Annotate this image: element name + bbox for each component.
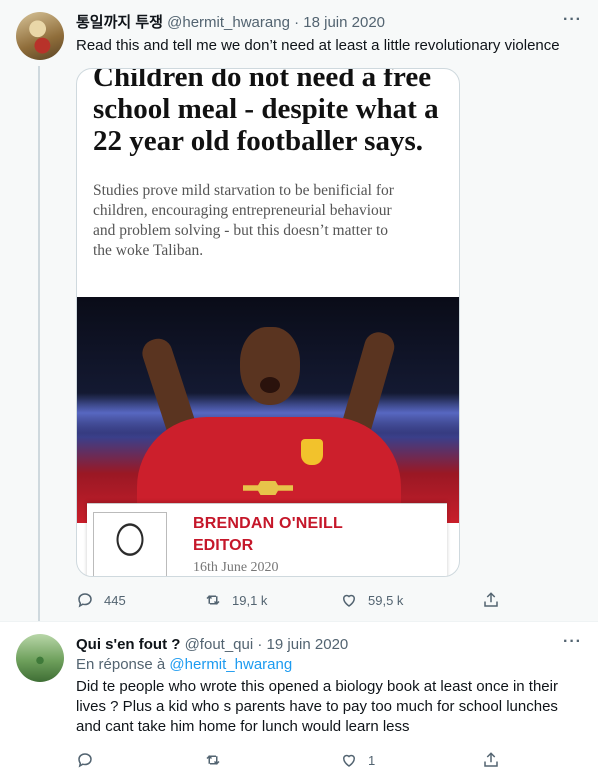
author-name[interactable]: 통일까지 투쟁 — [76, 14, 163, 31]
like-count: 1 — [368, 752, 376, 768]
tweet-date[interactable]: 19 juin 2020 — [267, 636, 349, 653]
article-headline: Children do not need a free school meal … — [93, 68, 439, 157]
player-mouth-shape — [260, 377, 280, 393]
retweet-count: 19,1 k — [232, 592, 268, 608]
tweet-media-image[interactable]: Children do not need a free school meal … — [76, 68, 460, 577]
author-handle[interactable]: @fout_qui — [185, 636, 254, 653]
thread-connector-line — [38, 66, 40, 622]
tweet-header: Qui s'en fout ? @fout_qui · 19 juin 2020 — [76, 635, 348, 655]
retweet-icon — [206, 595, 220, 605]
reply-icon — [78, 593, 92, 608]
separator-dot: · — [257, 636, 263, 653]
club-badge-shape — [301, 439, 323, 465]
like-count: 59,5 k — [368, 592, 404, 608]
share-button[interactable] — [482, 590, 510, 610]
article-subtext: Studies prove mild starvation to be beni… — [93, 182, 394, 259]
author-portrait — [93, 512, 167, 576]
share-icon — [484, 592, 498, 607]
article-photo — [77, 297, 459, 523]
tweet-actions: 445 19,1 k 59,5 k — [76, 590, 506, 610]
avatar[interactable] — [16, 634, 64, 682]
author-handle[interactable]: @hermit_hwarang — [167, 14, 290, 31]
like-button[interactable]: 1 — [340, 750, 375, 770]
avatar[interactable] — [16, 12, 64, 60]
retweet-icon — [206, 755, 220, 765]
reply-handle-link[interactable]: @hermit_hwarang — [169, 656, 292, 673]
retweet-button[interactable]: 19,1 k — [204, 590, 267, 610]
like-icon — [342, 594, 356, 607]
more-icon[interactable]: ··· — [563, 10, 582, 30]
tweet-text: Did te people who wrote this opened a bi… — [76, 678, 558, 735]
author-name[interactable]: Qui s'en fout ? — [76, 636, 180, 653]
tweet-actions: 1 — [76, 750, 506, 770]
share-button[interactable] — [482, 750, 510, 770]
like-button[interactable]: 59,5 k — [340, 590, 403, 610]
reply-button[interactable] — [76, 750, 104, 770]
reply-icon — [78, 753, 92, 768]
tweet-reply[interactable]: Qui s'en fout ? @fout_qui · 19 juin 2020… — [0, 622, 598, 782]
like-icon — [342, 754, 356, 767]
tweet-text: Read this and tell me we don’t need at l… — [76, 37, 560, 54]
more-icon[interactable]: ··· — [563, 632, 582, 652]
separator-dot: · — [294, 14, 300, 31]
byline-author: BRENDAN O'NEILL — [193, 515, 343, 532]
player-head-shape — [240, 327, 300, 405]
article-byline: BRENDAN O'NEILL EDITOR 16th June 2020 — [87, 503, 447, 576]
share-icon — [484, 752, 498, 767]
byline-role: EDITOR — [193, 537, 254, 554]
retweet-button[interactable] — [204, 750, 232, 770]
byline-date: 16th June 2020 — [193, 560, 279, 575]
tweet-date[interactable]: 18 juin 2020 — [303, 14, 385, 31]
reply-prefix: En réponse à — [76, 656, 166, 673]
reply-count: 445 — [104, 592, 126, 608]
reply-context: En réponse à @hermit_hwarang — [76, 655, 292, 675]
tweet-header: 통일까지 투쟁 @hermit_hwarang · 18 juin 2020 — [76, 13, 385, 33]
reply-button[interactable]: 445 — [76, 590, 126, 610]
tweet-original[interactable]: 통일까지 투쟁 @hermit_hwarang · 18 juin 2020 ·… — [0, 0, 598, 622]
